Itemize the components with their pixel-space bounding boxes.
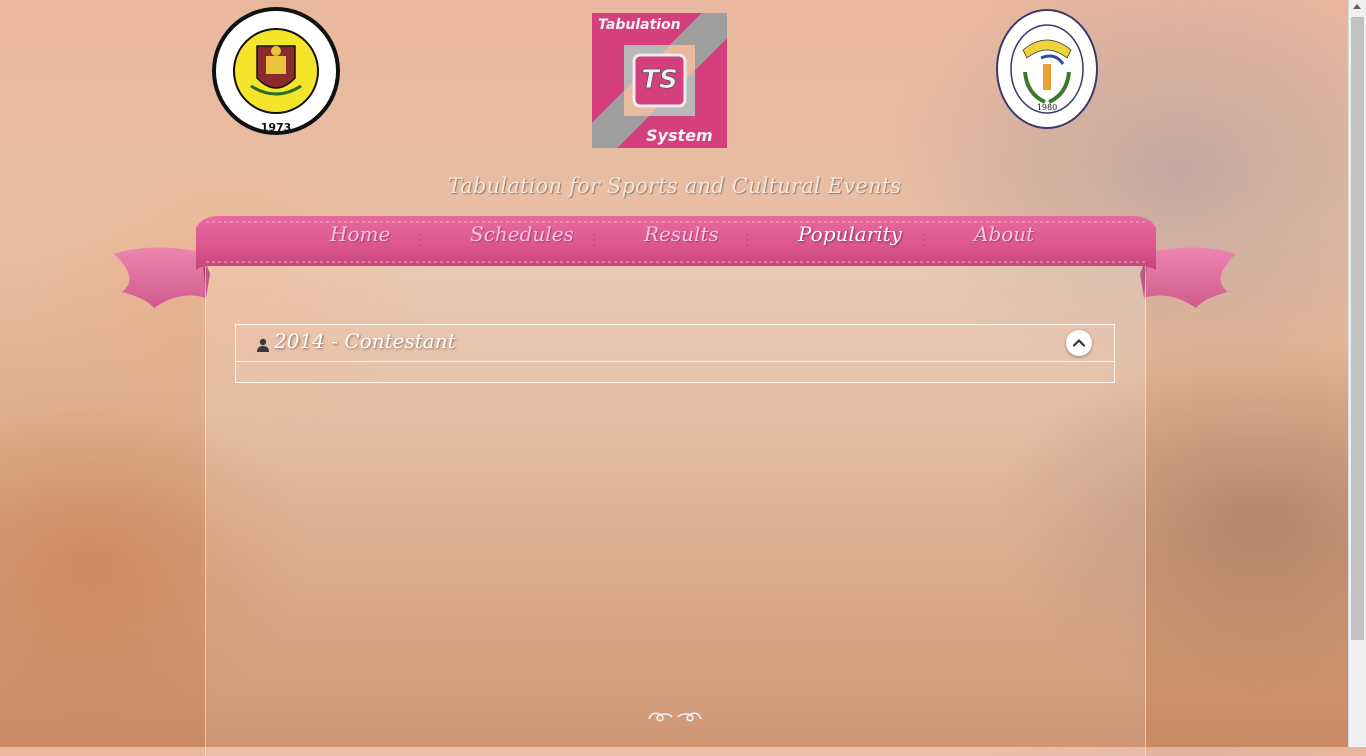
contestant-accordion: 2014 - Contestant bbox=[235, 324, 1115, 383]
svg-text:TS: TS bbox=[641, 65, 677, 95]
accordion-header[interactable]: 2014 - Contestant bbox=[236, 325, 1114, 362]
nav-popularity[interactable]: Popularity bbox=[798, 222, 902, 246]
nav-home[interactable]: Home bbox=[330, 222, 390, 246]
chevron-up-icon bbox=[1073, 338, 1085, 347]
supreme-student-government-logo: 1980 bbox=[995, 8, 1099, 130]
accordion-title: 2014 - Contestant bbox=[274, 329, 456, 353]
svg-text:Tabulation: Tabulation bbox=[598, 17, 681, 33]
collapse-toggle-button[interactable] bbox=[1066, 330, 1092, 356]
scrollbar-thumb[interactable] bbox=[1351, 17, 1364, 640]
msu-naawan-seal-logo: 1973 bbox=[211, 6, 341, 136]
nav-schedules[interactable]: Schedules bbox=[470, 222, 574, 246]
vertical-scrollbar[interactable] bbox=[1348, 0, 1366, 747]
main-nav: Home · · · Schedules · · · Results · · · Popul… bbox=[310, 220, 1070, 260]
scroll-up-arrow-icon[interactable] bbox=[1353, 4, 1361, 9]
flourish-icon bbox=[648, 712, 702, 722]
svg-text:System: System bbox=[646, 126, 713, 145]
nav-separator: · · · bbox=[592, 228, 597, 254]
svg-text:1973: 1973 bbox=[261, 121, 292, 134]
nav-about[interactable]: About bbox=[974, 222, 1034, 246]
nav-separator: · · · bbox=[418, 228, 423, 254]
nav-separator: · · · bbox=[922, 228, 927, 254]
user-icon bbox=[257, 338, 269, 352]
nav-separator: · · · bbox=[745, 228, 750, 254]
svg-text:1980: 1980 bbox=[1037, 103, 1057, 112]
site-tagline: Tabulation for Sports and Cultural Event… bbox=[447, 174, 902, 198]
nav-results[interactable]: Results bbox=[644, 222, 719, 246]
tabulation-system-logo: TS Tabulation System bbox=[590, 11, 729, 150]
